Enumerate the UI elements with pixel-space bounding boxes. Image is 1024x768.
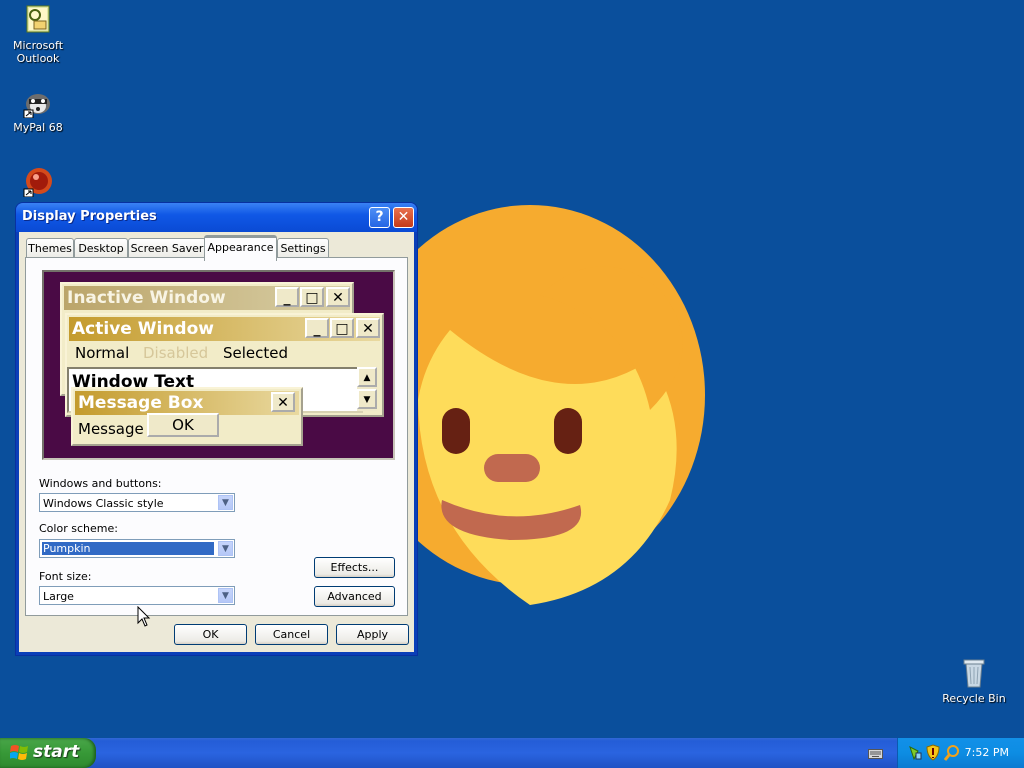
tab-desktop[interactable]: Desktop: [74, 238, 128, 258]
preview-close-icon: ✕: [356, 318, 380, 338]
preview-ok-button: OK: [147, 413, 219, 437]
advanced-button[interactable]: Advanced: [314, 586, 395, 607]
mouse-cursor-icon: [137, 606, 151, 627]
desktop-icon-label: MyPal 68: [13, 121, 63, 134]
tab-themes[interactable]: Themes: [26, 238, 74, 258]
preview-maximize-icon: □: [330, 318, 354, 338]
font-size-select[interactable]: Large ▼: [39, 586, 235, 605]
chevron-down-icon[interactable]: ▼: [218, 541, 233, 556]
display-properties-window: Display Properties ? ✕ Themes Desktop Sc…: [16, 203, 417, 655]
start-label: start: [33, 742, 80, 762]
taskbar-clock[interactable]: 7:52 PM: [965, 746, 1009, 759]
recycle-bin-icon: [958, 657, 990, 689]
preview-scrollbar: ▲ ▼: [357, 367, 377, 411]
system-tray: 7:52 PM: [897, 738, 1024, 768]
desktop-icon-outlook[interactable]: Microsoft Outlook: [0, 4, 76, 65]
scroll-up-icon: ▲: [357, 367, 377, 387]
help-icon: ?: [375, 209, 384, 225]
desktop-icon-label: Recycle Bin: [942, 692, 1006, 705]
color-scheme-value: Pumpkin: [42, 542, 214, 555]
taskbar: start 7:52 PM: [0, 738, 1024, 768]
ok-button[interactable]: OK: [174, 624, 247, 645]
effects-button[interactable]: Effects...: [314, 557, 395, 578]
preview-menu-selected: Selected: [223, 344, 289, 362]
tab-settings[interactable]: Settings: [277, 238, 329, 258]
red-orb-icon: [22, 165, 54, 198]
appearance-preview: Inactive Window _ □ ✕ Active Window _ □ …: [42, 270, 395, 460]
preview-close-icon: ✕: [326, 287, 350, 307]
color-scheme-select[interactable]: Pumpkin ▼: [39, 539, 235, 558]
close-button[interactable]: ✕: [393, 207, 414, 228]
raccoon-icon: [22, 86, 54, 119]
chevron-down-icon[interactable]: ▼: [218, 495, 233, 510]
tab-screen-saver[interactable]: Screen Saver: [128, 238, 206, 258]
start-button[interactable]: start: [0, 738, 96, 768]
window-client-area: Themes Desktop Screen Saver Appearance S…: [19, 232, 414, 652]
desktop-icon-app[interactable]: [0, 165, 76, 200]
cancel-button[interactable]: Cancel: [255, 624, 328, 645]
preview-maximize-icon: □: [300, 287, 324, 307]
desktop-icon-recycle-bin[interactable]: Recycle Bin: [936, 657, 1012, 705]
close-icon: ✕: [397, 209, 410, 225]
windows-and-buttons-select[interactable]: Windows Classic style ▼: [39, 493, 235, 512]
preview-menu-normal: Normal: [75, 344, 130, 362]
help-button[interactable]: ?: [369, 207, 390, 228]
font-size-value: Large: [43, 590, 74, 603]
search-magnifier-icon[interactable]: [944, 744, 960, 761]
chevron-down-icon[interactable]: ▼: [218, 588, 233, 603]
preview-msgbox-title: Message Box: [75, 391, 299, 415]
keyboard-icon[interactable]: [868, 747, 883, 759]
tab-appearance[interactable]: Appearance: [204, 235, 277, 261]
windows-and-buttons-label: Windows and buttons:: [39, 477, 162, 490]
font-size-label: Font size:: [39, 570, 92, 583]
windows-logo-icon: [10, 745, 28, 760]
scroll-down-icon: ▼: [357, 389, 377, 409]
desktop-icon-label: Microsoft Outlook: [12, 39, 64, 65]
window-title: Display Properties: [22, 209, 157, 224]
preview-minimize-icon: _: [305, 318, 329, 338]
preview-message-box: Message Box ✕ Message Text OK: [71, 387, 303, 446]
windows-and-buttons-value: Windows Classic style: [43, 497, 164, 510]
apply-button[interactable]: Apply: [336, 624, 409, 645]
desktop-icon-mypal[interactable]: MyPal 68: [0, 86, 76, 134]
appearance-panel: Inactive Window _ □ ✕ Active Window _ □ …: [25, 257, 408, 616]
preview-close-icon: ✕: [271, 392, 295, 412]
preview-minimize-icon: _: [275, 287, 299, 307]
color-scheme-label: Color scheme:: [39, 522, 118, 535]
outlook-icon: [22, 4, 54, 36]
title-bar[interactable]: Display Properties ? ✕: [16, 203, 417, 232]
security-shield-icon[interactable]: [926, 744, 940, 761]
preview-menu-disabled: Disabled: [143, 344, 209, 362]
network-icon[interactable]: [908, 745, 922, 761]
